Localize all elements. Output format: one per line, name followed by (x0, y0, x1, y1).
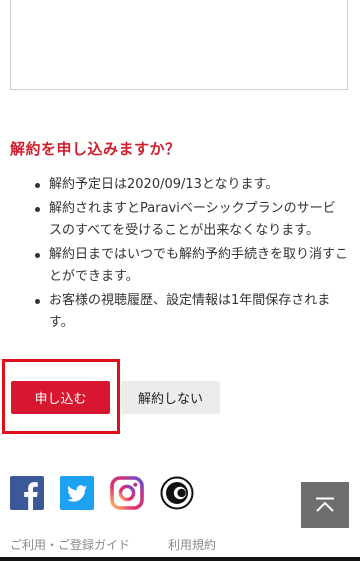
twitter-link[interactable] (60, 476, 94, 510)
note-text: 解約予定日は2020/09/13となります。 (49, 177, 279, 192)
comment-textarea[interactable] (10, 0, 348, 90)
chevron-up-icon (316, 497, 334, 512)
note-text: 解約されますとParaviベーシックプランのサービスのすべてを受けることが出来な… (49, 201, 336, 238)
instagram-icon (110, 476, 144, 510)
social-links (10, 476, 194, 510)
note-text: 解約日まではいつでも解約予約手続きを取り消すことができます。 (49, 247, 349, 284)
note-item: お客様の視聴履歴、設定情報は1年間保存されます。 (32, 290, 348, 334)
apply-button[interactable]: 申し込む (11, 381, 110, 414)
bullet-icon (35, 183, 40, 188)
decline-button[interactable]: 解約しない (121, 381, 220, 414)
footer-link-terms[interactable]: 利用規約 (168, 536, 216, 553)
note-item: 解約日まではいつでも解約予約手続きを取り消すことができます。 (32, 244, 348, 288)
scroll-to-top-button[interactable] (301, 482, 349, 528)
instagram-link[interactable] (110, 476, 144, 510)
c-logo-icon (160, 476, 194, 510)
bullet-icon (35, 253, 40, 258)
facebook-link[interactable] (10, 476, 44, 510)
note-item: 解約されますとParaviベーシックプランのサービスのすべてを受けることが出来な… (32, 198, 348, 242)
cancellation-notes: 解約予定日は2020/09/13となります。 解約されますとParaviベーシッ… (32, 174, 348, 336)
footer-link-guide[interactable]: ご利用・ご登録ガイド (10, 536, 130, 553)
footer-links: ご利用・ご登録ガイド 利用規約 (10, 536, 216, 553)
twitter-icon (60, 476, 94, 510)
note-item: 解約予定日は2020/09/13となります。 (32, 174, 348, 196)
cancel-confirm-heading: 解約を申し込みますか？ (10, 140, 181, 158)
c-logo-link[interactable] (160, 476, 194, 510)
bullet-icon (35, 299, 40, 304)
bullet-icon (35, 207, 40, 212)
note-text: お客様の視聴履歴、設定情報は1年間保存されます。 (49, 293, 331, 330)
bottom-bar (0, 557, 360, 561)
facebook-icon (10, 476, 44, 510)
